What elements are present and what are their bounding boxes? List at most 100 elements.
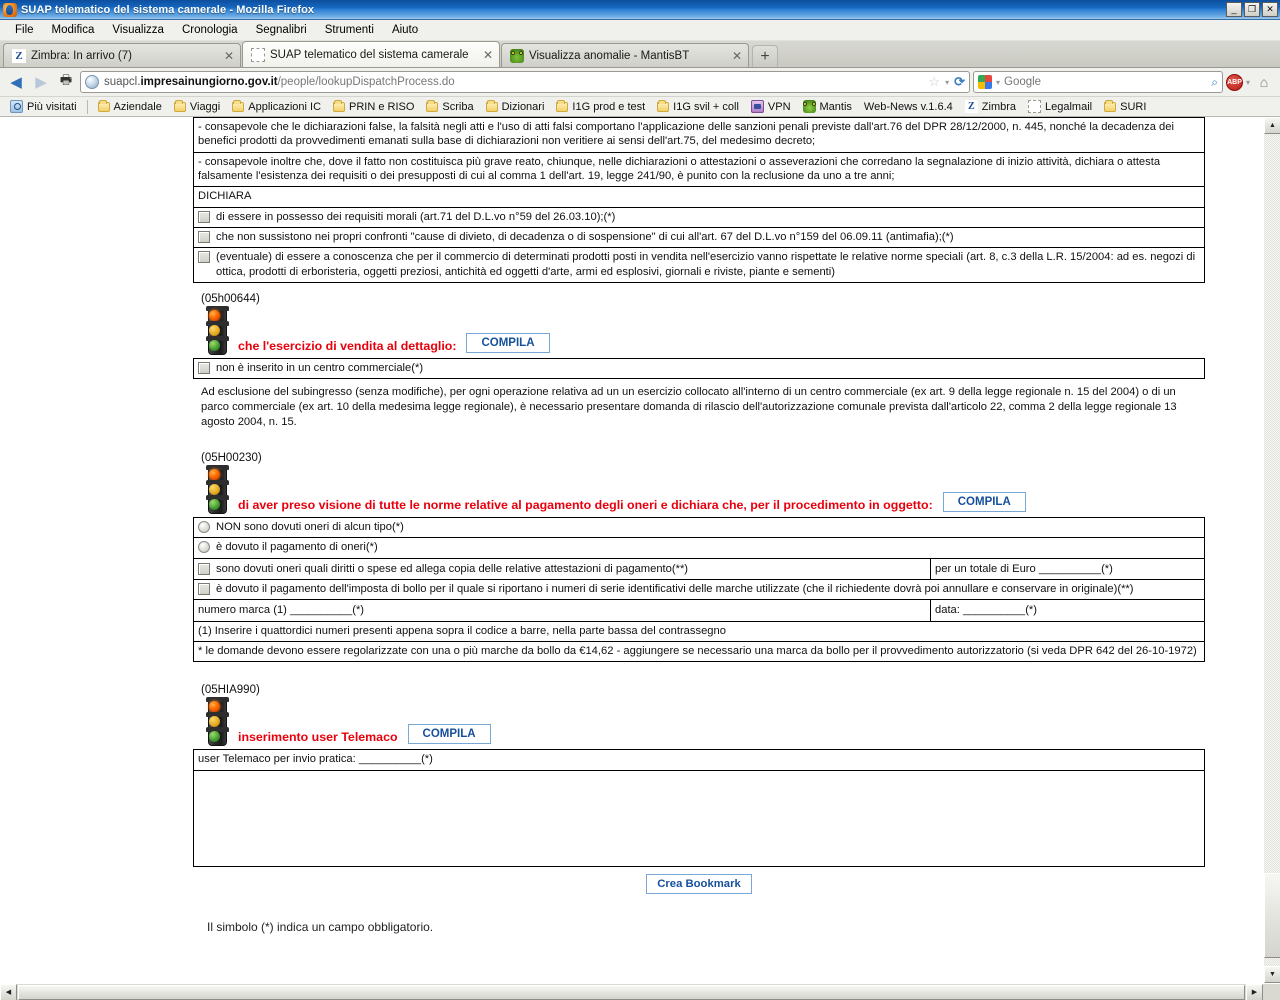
url-host: impresainungiorno.gov.it — [140, 76, 278, 88]
dichiara-label: DICHIARA — [193, 187, 1205, 208]
numero-marca-field[interactable]: numero marca (1) __________(*) — [194, 600, 931, 621]
section1-checkbox-label: non è inserito in un centro commerciale(… — [216, 361, 424, 374]
scroll-right-icon[interactable]: ▶ — [1246, 983, 1263, 1000]
bookmark-most-visited[interactable]: Più visitati — [5, 99, 82, 114]
bookmark-mantis[interactable]: Mantis — [798, 99, 857, 114]
tab-close-icon[interactable]: ✕ — [728, 49, 742, 63]
menu-item-segnalibri[interactable]: Segnalibri — [247, 22, 316, 38]
google-icon — [977, 75, 992, 89]
checklist-row-2: che non sussistono nei propri confronti … — [193, 227, 1205, 249]
horizontal-scrollbar[interactable]: ◀ ▶ — [0, 983, 1280, 1000]
declaration-paragraph-1: - consapevole che le dichiarazioni false… — [193, 117, 1205, 153]
search-bar[interactable]: ▾ Google ⌕ — [972, 71, 1223, 93]
menu-item-aiuto[interactable]: Aiuto — [383, 22, 427, 38]
forward-arrow-icon[interactable]: ▶ — [30, 71, 52, 93]
bookmark-star-icon[interactable]: ☆ — [928, 74, 940, 90]
bookmark-divider — [86, 99, 88, 114]
close-button[interactable]: ✕ — [1262, 2, 1278, 17]
tab-close-icon[interactable]: ✕ — [479, 48, 493, 62]
print-icon[interactable]: 🖶 — [55, 71, 77, 93]
tab-suap[interactable]: SUAP telematico del sistema camerale ✕ — [242, 41, 500, 67]
bookmark-i1g-svil-coll[interactable]: I1G svil + coll — [652, 99, 744, 114]
crea-bookmark-button[interactable]: Crea Bookmark — [646, 873, 752, 894]
bookmark-zimbra[interactable]: Z Zimbra — [960, 99, 1021, 114]
menu-item-strumenti[interactable]: Strumenti — [316, 22, 383, 38]
chevron-down-icon[interactable]: ▾ — [996, 78, 1000, 87]
scroll-left-icon[interactable]: ◀ — [0, 983, 17, 1000]
search-icon[interactable]: ⌕ — [1211, 75, 1218, 90]
chevron-down-icon[interactable]: ▾ — [1246, 78, 1250, 87]
vpn-icon — [750, 100, 764, 113]
data-marca-field[interactable]: data: __________(*) — [931, 600, 1204, 620]
section2-oneri-row: sono dovuti oneri quali diritti o spese … — [193, 558, 1205, 580]
requisiti-morali-checkbox[interactable] — [198, 210, 210, 223]
section1-code: (05h00644) — [201, 292, 260, 305]
menu-item-modifica[interactable]: Modifica — [43, 22, 104, 38]
bookmark-scriba[interactable]: Scriba — [421, 99, 478, 114]
bookmark-legalmail[interactable]: Legalmail — [1023, 99, 1097, 114]
imposta-bollo-checkbox[interactable] — [198, 582, 210, 595]
menu-item-visualizza[interactable]: Visualizza — [103, 22, 173, 38]
vertical-scroll-thumb[interactable] — [1264, 873, 1280, 958]
suap-form: - consapevole che le dichiarazioni false… — [193, 117, 1205, 934]
section1-compila-button[interactable]: COMPILA — [466, 332, 550, 353]
folder-icon — [232, 99, 245, 112]
section3-compila-button[interactable]: COMPILA — [407, 724, 491, 745]
home-icon[interactable]: ⌂ — [1253, 71, 1275, 93]
horizontal-scroll-thumb[interactable] — [18, 984, 1245, 1000]
bookmark-label: Mantis — [819, 100, 852, 113]
section2-compila-button[interactable]: COMPILA — [942, 491, 1026, 512]
vertical-scrollbar[interactable]: ▲ ▼ — [1263, 117, 1280, 983]
tab-zimbra[interactable]: Z Zimbra: In arrivo (7) ✕ — [3, 43, 241, 67]
menu-item-file[interactable]: File — [6, 22, 43, 38]
oneri-diritti-checkbox[interactable] — [198, 562, 210, 575]
vertical-scroll-track[interactable] — [1264, 134, 1280, 966]
bookmark-dizionari[interactable]: Dizionari — [481, 99, 550, 114]
section3-user-field[interactable]: user Telemaco per invio pratica: _______… — [193, 749, 1205, 771]
declaration-paragraph-2: - consapevole inoltre che, dove il fatto… — [193, 152, 1205, 188]
folder-icon — [173, 99, 186, 112]
bookmark-suri[interactable]: SURI — [1099, 99, 1151, 114]
window-title: SUAP telematico del sistema camerale - M… — [21, 3, 315, 16]
address-bar[interactable]: suapcl.impresainungiorno.gov.it/people/l… — [80, 71, 970, 93]
bookmark-prin-e-riso[interactable]: PRIN e RISO — [328, 99, 419, 114]
bookmark-applicazioni-ic[interactable]: Applicazioni IC — [227, 99, 326, 114]
reload-icon[interactable]: ⟳ — [954, 74, 965, 90]
bookmark-viaggi[interactable]: Viaggi — [169, 99, 225, 114]
pagamento-oneri-radio[interactable] — [198, 541, 210, 554]
folder-icon — [1104, 99, 1117, 112]
zimbra-icon: Z — [12, 48, 26, 63]
tab-mantis[interactable]: Visualizza anomalie - MantisBT ✕ — [501, 43, 749, 67]
back-arrow-icon[interactable]: ◀ — [5, 71, 27, 93]
scroll-down-icon[interactable]: ▼ — [1264, 966, 1280, 983]
search-input[interactable]: Google — [1004, 76, 1207, 88]
chevron-down-icon[interactable]: ▾ — [945, 78, 949, 87]
bollo-label: è dovuto il pagamento dell'imposta di bo… — [216, 582, 1134, 595]
bookmark-label: Più visitati — [27, 100, 77, 113]
section1-header: che l'esercizio di vendita al dettaglio:… — [193, 305, 1205, 358]
tab-close-icon[interactable]: ✕ — [220, 49, 234, 63]
totale-euro-field[interactable]: per un totale di Euro __________(*) — [931, 559, 1204, 579]
scroll-up-icon[interactable]: ▲ — [1264, 117, 1280, 134]
menu-item-cronologia[interactable]: Cronologia — [173, 22, 247, 38]
url-host-prefix: suapcl. — [104, 76, 141, 88]
bookmark-label: Dizionari — [501, 100, 545, 113]
antimafia-checkbox[interactable] — [198, 230, 210, 243]
bookmark-aziendale[interactable]: Aziendale — [93, 99, 167, 114]
checklist-label: di essere in possesso dei requisiti mora… — [216, 210, 616, 223]
norme-speciali-checkbox[interactable] — [198, 251, 210, 264]
bookmark-i1g-prod-e-test[interactable]: I1G prod e test — [551, 99, 650, 114]
no-oneri-radio[interactable] — [198, 520, 210, 533]
maximize-button[interactable]: ❐ — [1244, 2, 1260, 17]
bookmark-label: PRIN e RISO — [349, 100, 415, 113]
new-tab-button[interactable]: + — [752, 45, 778, 67]
minimize-button[interactable]: _ — [1226, 2, 1242, 17]
bookmark-vpn[interactable]: VPN — [746, 99, 796, 114]
oneri-label: sono dovuti oneri quali diritti o spese … — [216, 562, 689, 575]
section2-bollo-row: è dovuto il pagamento dell'imposta di bo… — [193, 579, 1205, 601]
tab-strip: Z Zimbra: In arrivo (7) ✕ SUAP telematic… — [0, 41, 1280, 68]
bookmark-web-news[interactable]: Web-News v.1.6.4 — [859, 100, 958, 114]
adblock-plus-icon[interactable]: ABP — [1225, 73, 1243, 91]
bookmark-label: Scriba — [442, 100, 474, 113]
centro-commerciale-checkbox[interactable] — [198, 361, 210, 374]
